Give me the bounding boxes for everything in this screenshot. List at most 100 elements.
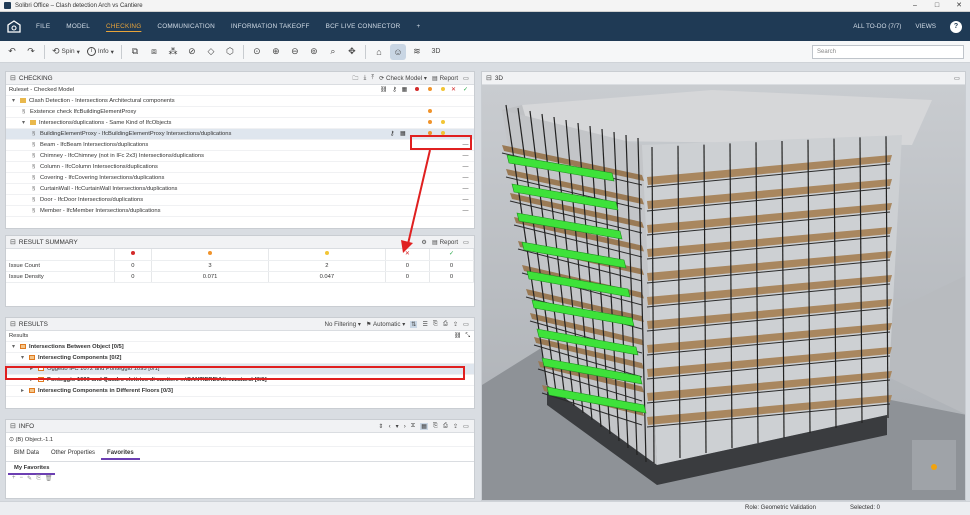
maximize-button[interactable]: □ [926, 0, 948, 12]
checking-rule-row[interactable]: § Door - IfcDoor Intersections/duplicatio… [6, 195, 474, 206]
link-icon[interactable]: ⛓ [380, 85, 387, 96]
solibri-logo-icon[interactable] [0, 12, 28, 41]
menu-item-information-takeoff[interactable]: INFORMATION TAKEOFF [223, 12, 318, 41]
delete-icon[interactable]: 🗑 [45, 475, 53, 485]
hide-icon[interactable]: ⊘ [184, 44, 200, 60]
result-row[interactable]: ▾ Intersecting Components [0/2] [6, 353, 474, 364]
automatic-dropdown[interactable]: ⚑ Automatic ▾ [366, 321, 405, 328]
checking-rule-row[interactable]: § Covering - IfcCovering Intersections/du… [6, 173, 474, 184]
close-window-button[interactable]: ✕ [948, 0, 970, 12]
report-button[interactable]: ▤ Report [432, 75, 458, 82]
sort-icon[interactable]: ⇅ [410, 320, 418, 328]
caret-icon[interactable]: ▾ [21, 353, 29, 364]
key-icon[interactable]: ⚷ [390, 129, 394, 140]
checking-rule-row[interactable]: § Existence check IfcBuildingElementProxy [6, 107, 474, 118]
result-row[interactable]: ▾ Intersections Between Object [0/5] [6, 342, 474, 353]
checking-rule-row[interactable]: ▾ Clash Detection - Intersections Archite… [6, 96, 474, 107]
checking-rule-row[interactable]: § Column - IfcColumn Intersections/duplic… [6, 162, 474, 173]
tab-other-properties[interactable]: Other Properties [45, 447, 101, 460]
zoom-selection-icon[interactable]: ⊚ [306, 44, 322, 60]
copy-icon[interactable]: ⎘ [433, 422, 438, 430]
list-icon[interactable]: ☰ [422, 321, 428, 328]
checking-rule-row[interactable]: § CurtainWall - IfcCurtainWall Intersecti… [6, 184, 474, 195]
tab-my-favorites[interactable]: My Favorites [8, 462, 56, 475]
caret-icon[interactable]: ▾ [22, 118, 30, 129]
check-model-button[interactable]: ⟳ Check Model ▾ [379, 75, 427, 82]
collapse-icon[interactable]: ⊟ [10, 320, 16, 328]
grid-icon[interactable]: ▦ [402, 85, 407, 96]
zoom-fit-icon[interactable]: ⊙ [249, 44, 265, 60]
print-icon[interactable]: ⎙ [443, 320, 448, 328]
checking-rule-row[interactable]: ▾ Intersections/duplications - Same Kind … [6, 118, 474, 129]
caret-icon[interactable]: ▸ [21, 386, 29, 397]
panel-menu-icon[interactable]: ▭ [954, 75, 960, 82]
tab-favorites[interactable]: Favorites [101, 447, 140, 460]
pointer-icon[interactable]: ✥ [344, 44, 360, 60]
floor-plan-icon[interactable]: ⌂ [371, 44, 387, 60]
menu-all-todo[interactable]: ALL TO-DO (7/7) [853, 23, 901, 30]
remove-icon[interactable]: − [20, 475, 24, 485]
menu-item-file[interactable]: FILE [28, 12, 58, 41]
checking-rule-row[interactable]: § Beam - IfcBeam Intersections/duplicatio… [6, 140, 474, 151]
search-input[interactable]: Search [812, 45, 964, 59]
minimize-button[interactable]: – [904, 0, 926, 12]
redo-icon[interactable]: ↷ [23, 44, 39, 60]
report-button[interactable]: ▤ Report [432, 239, 458, 246]
collapse-icon[interactable]: ⊟ [10, 238, 16, 246]
search-model-icon[interactable]: ⌕ [325, 44, 341, 60]
menu-item-model[interactable]: MODEL [58, 12, 98, 41]
nav-icon[interactable]: ⇕ [378, 423, 383, 430]
menu-item-bcf-live-connector[interactable]: BCF LIVE CONNECTOR [318, 12, 409, 41]
export-icon[interactable]: ⇪ [453, 321, 458, 328]
checking-rule-row[interactable]: § BuildingElementProxy - IfcBuildingEleme… [6, 129, 474, 140]
cube-icon[interactable]: ◇ [203, 44, 219, 60]
isolate-icon[interactable]: ⬡ [222, 44, 238, 60]
grid-icon[interactable]: ▦ [400, 129, 405, 140]
undo-icon[interactable]: ↶ [4, 44, 20, 60]
caret-icon[interactable]: ▾ [12, 96, 20, 107]
menu-item-add-tab[interactable]: + [408, 12, 428, 41]
help-icon[interactable]: ? [950, 20, 962, 33]
panel-menu-icon[interactable]: ▭ [463, 75, 469, 82]
panel-menu-icon[interactable]: ▭ [463, 321, 469, 328]
upload-icon[interactable]: ⤒ [371, 74, 374, 82]
print-icon[interactable]: ⎙ [443, 422, 448, 430]
expand-icon[interactable]: ⤡ [465, 331, 470, 342]
grid-icon[interactable]: ▦ [420, 422, 429, 430]
checking-rule-row[interactable]: § Member - IfcMember Intersections/duplic… [6, 206, 474, 217]
prev-icon[interactable]: ‹ [389, 423, 391, 430]
folder-icon[interactable]: 🗀 [352, 73, 358, 84]
person-view-icon[interactable]: ☺ [389, 43, 406, 60]
collapse-icon[interactable]: ⊟ [10, 422, 16, 430]
3d-model-scene[interactable] [482, 85, 966, 501]
export-icon[interactable]: ⇪ [453, 423, 458, 430]
link-icon[interactable]: ⛓ [454, 331, 461, 342]
add-icon[interactable]: + [12, 475, 16, 485]
copy-icon[interactable]: ⎘ [433, 320, 438, 328]
tab-bim-data[interactable]: BIM Data [8, 447, 45, 460]
menu-views[interactable]: VIEWS [915, 23, 936, 30]
layers-icon[interactable]: ≋ [409, 44, 425, 60]
caret-icon[interactable]: ▾ [12, 342, 20, 353]
next-icon[interactable]: › [404, 423, 406, 430]
spin-button[interactable]: ⟲ Spin ▾ [50, 44, 82, 60]
edit-icon[interactable]: ✎ [27, 475, 32, 485]
zoom-out-icon[interactable]: ⊖ [287, 44, 303, 60]
filter-icon[interactable]: ⧖ [411, 422, 415, 430]
menu-item-checking[interactable]: CHECKING [98, 12, 149, 41]
save-icon[interactable]: ⤓ [364, 74, 367, 82]
info-button[interactable]: i Info ▾ [85, 44, 116, 60]
result-row[interactable]: ▸ Intersecting Components in Different Fl… [6, 386, 474, 397]
menu-item-communication[interactable]: COMMUNICATION [149, 12, 223, 41]
filter-dropdown[interactable]: No Filtering ▾ [325, 321, 361, 328]
select-similar-icon[interactable]: ⧈ [146, 44, 162, 60]
key-icon[interactable]: ⚷ [392, 85, 396, 96]
copy-icon[interactable]: ⎘ [36, 475, 41, 485]
panel-menu-icon[interactable]: ▭ [463, 239, 469, 246]
3d-view-panel[interactable]: ⊟ 3D ▭ [481, 71, 966, 501]
checking-rule-row[interactable]: § Chimney - IfcChimney (not in IFc 2x3) I… [6, 151, 474, 162]
select-components-icon[interactable]: ⧉ [127, 44, 143, 60]
panel-menu-icon[interactable]: ▭ [463, 423, 469, 430]
collapse-icon[interactable]: ⊟ [10, 74, 16, 82]
settings-gear-icon[interactable]: ⚙ [421, 239, 427, 246]
